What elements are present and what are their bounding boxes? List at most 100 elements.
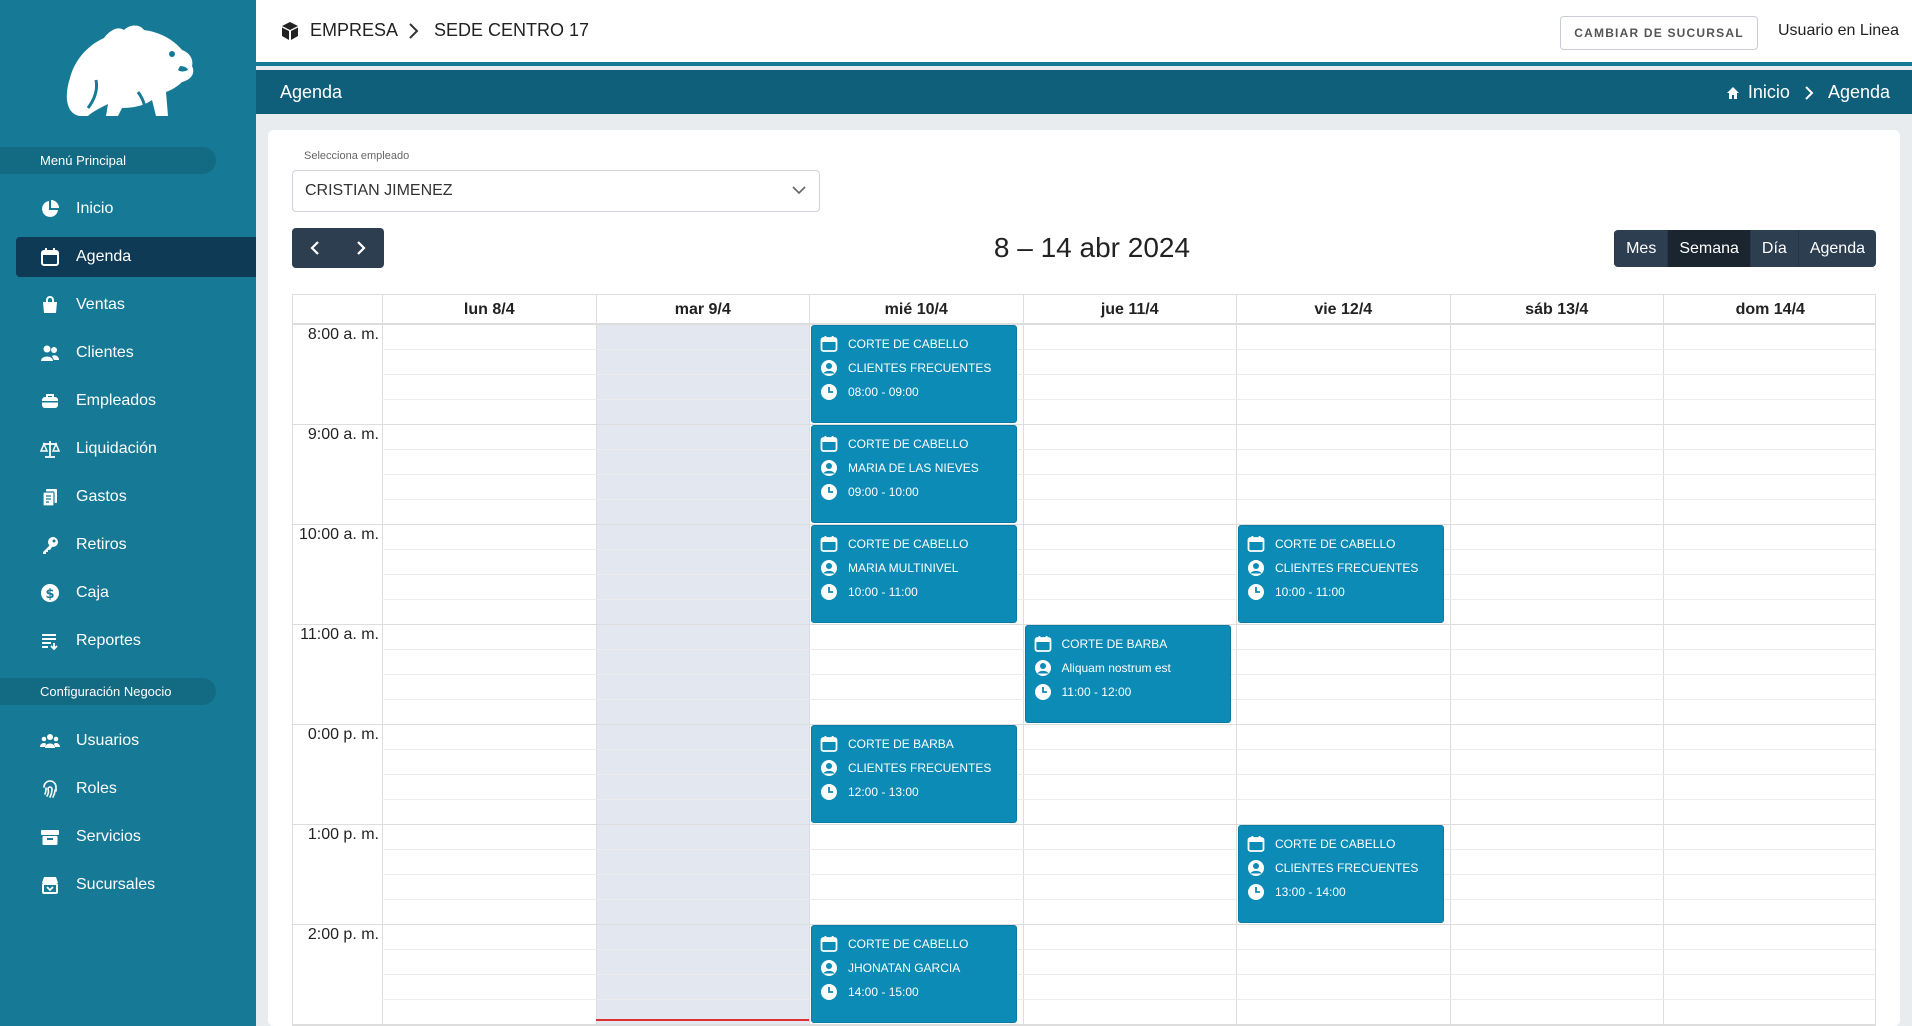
- slot-line: [382, 874, 1875, 875]
- employee-select-label: Selecciona empleado: [304, 150, 410, 162]
- day-header[interactable]: sáb 13/4: [1449, 295, 1664, 324]
- change-branch-button[interactable]: CAMBIAR DE SUCURSAL: [1560, 16, 1758, 50]
- calendar-icon: [41, 248, 59, 266]
- appointment-event[interactable]: CORTE DE CABELLO CLIENTES FRECUENTES 13:00…: [1238, 825, 1444, 923]
- user-circle-icon: [1034, 660, 1051, 676]
- clock-icon: [821, 484, 837, 500]
- event-time-row: 08:00 - 09:00: [820, 380, 1008, 404]
- appointment-event[interactable]: CORTE DE CABELLO CLIENTES FRECUENTES 10:00…: [1238, 525, 1444, 623]
- appointment-event[interactable]: CORTE DE CABELLO MARIA DE LAS NIEVES 09:00…: [811, 425, 1017, 523]
- users-cog-icon: [40, 734, 60, 748]
- slot-line: [382, 349, 1875, 350]
- sidebar-item-inicio[interactable]: Inicio: [16, 189, 256, 229]
- clock-icon: [821, 784, 837, 800]
- event-service-row: CORTE DE CABELLO: [820, 432, 1008, 456]
- sidebar-item-empleados[interactable]: Empleados: [16, 381, 256, 421]
- sidebar-item-label: Usuarios: [76, 732, 140, 749]
- event-time: 10:00 - 11:00: [848, 585, 918, 599]
- sidebar-item-label: Liquidación: [76, 440, 157, 457]
- sidebar-item-liquidacion[interactable]: Liquidación: [16, 429, 256, 469]
- sidebar-item-ventas[interactable]: Ventas: [16, 285, 256, 325]
- sidebar-item-usuarios[interactable]: Usuarios: [16, 721, 256, 761]
- store-icon: [42, 877, 58, 894]
- event-service-row: CORTE DE CABELLO: [1247, 832, 1435, 856]
- calendar-icon: [820, 336, 838, 352]
- event-service-row: CORTE DE CABELLO: [820, 532, 1008, 556]
- sidebar-item-sucursales[interactable]: Sucursales: [16, 865, 256, 905]
- event-client-row: MARIA DE LAS NIEVES: [820, 456, 1008, 480]
- sidebar-item-label: Inicio: [76, 200, 114, 217]
- bear-logo-icon: [66, 25, 194, 116]
- current-time-indicator: [595, 1019, 809, 1021]
- sidebar-item-label: Caja: [76, 584, 109, 601]
- hour-line: [293, 1024, 1875, 1025]
- company-crumb[interactable]: EMPRESA: [280, 20, 398, 41]
- sidebar-item-clientes[interactable]: Clientes: [16, 333, 256, 373]
- slot-line: [382, 499, 1875, 500]
- agenda-card: Selecciona empleado CRISTIAN JIMENEZ 8 –…: [268, 130, 1900, 1026]
- branch-name: SEDE CENTRO 17: [434, 20, 590, 40]
- employee-select[interactable]: CRISTIAN JIMENEZ: [292, 170, 820, 212]
- day-header[interactable]: jue 11/4: [1022, 295, 1237, 324]
- clock-icon: [1248, 884, 1264, 900]
- appointment-event[interactable]: CORTE DE CABELLO JHONATAN GARCIA 14:00 - 1…: [811, 925, 1017, 1023]
- dollar-icon: $: [41, 584, 59, 602]
- day-header[interactable]: dom 14/4: [1663, 295, 1875, 324]
- view-agenda-button[interactable]: Agenda: [1797, 230, 1876, 267]
- calendar-icon: [820, 436, 838, 452]
- users-icon: [41, 345, 59, 361]
- view-month-button[interactable]: Mes: [1614, 230, 1668, 267]
- user-circle-icon: [821, 960, 837, 976]
- calendar-icon: [820, 936, 838, 952]
- home-icon: [1726, 86, 1739, 99]
- sidebar-item-label: Empleados: [76, 392, 157, 409]
- calendar-icon: [1247, 536, 1265, 552]
- hour-line: [293, 924, 1875, 925]
- slot-line: [382, 449, 1875, 450]
- day-header[interactable]: lun 8/4: [382, 295, 596, 324]
- event-time-row: 12:00 - 13:00: [820, 780, 1008, 804]
- sidebar-item-caja[interactable]: $ Caja: [16, 573, 256, 613]
- user-status[interactable]: Usuario en Linea: [1778, 22, 1899, 40]
- clock-icon: [821, 984, 837, 1000]
- sidebar-item-gastos[interactable]: Gastos: [16, 477, 256, 517]
- calendar-icon: [1247, 836, 1265, 852]
- user-circle-icon: [1248, 860, 1264, 876]
- event-time: 09:00 - 10:00: [848, 485, 919, 499]
- sidebar-item-roles[interactable]: Roles: [16, 769, 256, 809]
- company-name: EMPRESA: [310, 20, 399, 40]
- event-client-row: CLIENTES FRECUENTES: [820, 756, 1008, 780]
- appointment-event[interactable]: CORTE DE BARBA Aliquam nostrum est 11:00 -…: [1024, 625, 1231, 723]
- time-label: 11:00 a. m.: [300, 626, 379, 643]
- event-client: Aliquam nostrum est: [1061, 661, 1171, 675]
- clock-icon: [1034, 684, 1051, 700]
- event-time-row: 10:00 - 11:00: [820, 580, 1008, 604]
- event-service-row: CORTE DE CABELLO: [820, 932, 1008, 956]
- user-circle-icon: [1248, 560, 1264, 576]
- appointment-event[interactable]: CORTE DE CABELLO CLIENTES FRECUENTES 08:00…: [811, 325, 1017, 423]
- sidebar-item-label: Roles: [76, 780, 117, 797]
- top-bar: EMPRESA SEDE CENTRO 17 CAMBIAR DE SUCURS…: [256, 0, 1912, 66]
- slot-line: [382, 474, 1875, 475]
- sidebar-item-label: Sucursales: [76, 876, 156, 893]
- clock-icon: [821, 584, 837, 600]
- breadcrumb-home[interactable]: Inicio: [1748, 82, 1790, 103]
- view-day-button[interactable]: Día: [1749, 230, 1798, 267]
- sidebar-item-retiros[interactable]: Retiros: [16, 525, 256, 565]
- sidebar-item-agenda[interactable]: Agenda: [16, 237, 256, 277]
- hour-line: [293, 824, 1875, 825]
- sidebar: Menú Principal Inicio Agenda Ventas Clie…: [0, 0, 256, 1026]
- sidebar-item-reportes[interactable]: Reportes: [16, 621, 256, 661]
- day-header[interactable]: vie 12/4: [1236, 295, 1450, 324]
- day-header[interactable]: mié 10/4: [809, 295, 1023, 324]
- appointment-event[interactable]: CORTE DE BARBA CLIENTES FRECUENTES 12:00 -…: [811, 725, 1017, 823]
- slot-line: [382, 974, 1875, 975]
- slot-line: [382, 949, 1875, 950]
- shopping-bag-icon: [43, 296, 57, 313]
- hour-line: [293, 524, 1875, 525]
- sidebar-item-servicios[interactable]: Servicios: [16, 817, 256, 857]
- box-icon: [41, 830, 59, 845]
- view-week-button[interactable]: Semana: [1667, 230, 1750, 267]
- day-header[interactable]: mar 9/4: [595, 295, 810, 324]
- appointment-event[interactable]: CORTE DE CABELLO MARIA MULTINIVEL 10:00 - …: [811, 525, 1017, 623]
